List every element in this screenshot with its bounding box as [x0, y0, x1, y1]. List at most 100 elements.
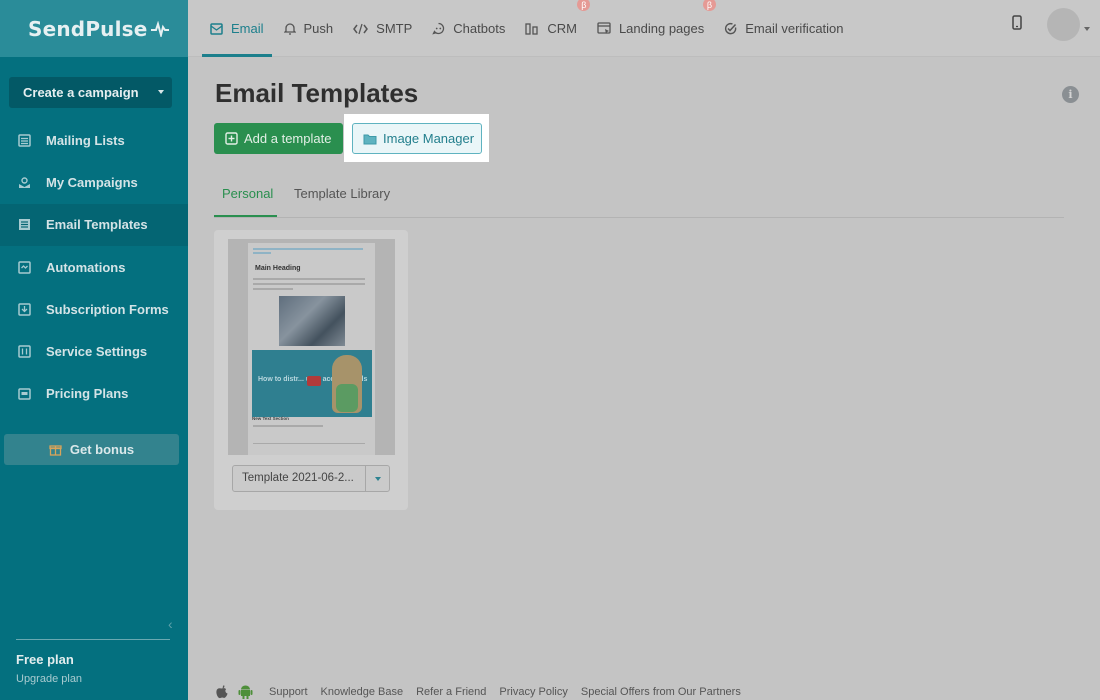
preview-text-line	[253, 283, 365, 285]
top-tab-label: CRM	[547, 21, 577, 36]
chevron-down-icon[interactable]	[375, 477, 381, 481]
check-circle-icon	[724, 22, 737, 35]
sidebar: SendPulse Create a campaign Mailing List…	[0, 0, 188, 700]
preview-heading: Main Heading	[255, 265, 301, 272]
add-template-label: Add a template	[244, 131, 332, 146]
beta-badge: β	[702, 0, 716, 11]
logo-text: SendPulse	[28, 16, 148, 41]
add-square-icon	[225, 132, 238, 145]
preview-text-line	[253, 252, 271, 254]
tab-personal[interactable]: Personal	[222, 186, 273, 201]
footer-link-special-offers[interactable]: Special Offers from Our Partners	[581, 686, 741, 698]
upgrade-plan-link[interactable]: Upgrade plan	[16, 673, 82, 685]
top-tab-label: Landing pages	[618, 21, 705, 36]
sidebar-item-my-campaigns[interactable]: My Campaigns	[0, 161, 188, 203]
footer-link-support[interactable]: Support	[269, 686, 308, 698]
settings-icon	[18, 345, 31, 358]
landing-icon	[597, 22, 611, 35]
folder-icon	[363, 133, 377, 145]
create-campaign-label: Create a campaign	[23, 85, 139, 100]
sidebar-item-label: Automations	[46, 259, 126, 275]
preview-section-heading: New Text Section	[252, 416, 289, 421]
footer-link-privacy-policy[interactable]: Privacy Policy	[499, 686, 567, 698]
footer-link-refer-friend[interactable]: Refer a Friend	[416, 686, 486, 698]
preview-text-line	[253, 288, 293, 290]
preview-text-line	[253, 248, 363, 250]
sidebar-item-automations[interactable]: Automations	[0, 246, 188, 288]
top-tab-push[interactable]: Push	[283, 0, 334, 57]
sidebar-item-label: Email Templates	[46, 217, 148, 233]
top-tab-email[interactable]: Email	[202, 0, 271, 57]
chevron-down-icon	[158, 90, 164, 94]
logo[interactable]: SendPulse	[0, 0, 188, 57]
page-title: Email Templates	[215, 78, 419, 108]
top-tab-label: Push	[303, 21, 334, 36]
template-tabs: Personal Template Library	[214, 178, 1064, 218]
get-bonus-button[interactable]: Get bonus	[4, 434, 179, 465]
top-nav-bar: Email Push SMTP Chatbots CRM β Landing p…	[188, 0, 1100, 57]
sidebar-item-label: Mailing Lists	[46, 132, 125, 148]
list-icon	[18, 133, 31, 147]
top-tab-label: SMTP	[376, 21, 413, 36]
preview-character-body	[336, 384, 358, 412]
create-campaign-button[interactable]: Create a campaign	[9, 77, 172, 108]
top-nav-tabs: Email Push SMTP Chatbots CRM β Landing p…	[202, 0, 864, 57]
tab-template-library[interactable]: Template Library	[294, 186, 390, 201]
add-template-button[interactable]: Add a template	[214, 123, 343, 154]
top-tab-landing-pages[interactable]: Landing pages β	[597, 0, 716, 57]
template-icon	[18, 218, 31, 231]
footer-link-knowledge-base[interactable]: Knowledge Base	[321, 686, 404, 698]
crm-icon	[525, 22, 539, 35]
pulse-icon	[150, 20, 169, 37]
pricing-icon	[18, 387, 31, 401]
top-tab-email-verification[interactable]: Email verification	[724, 0, 844, 57]
email-icon	[210, 22, 223, 35]
footer: Support Knowledge Base Refer a Friend Pr…	[215, 683, 754, 700]
info-icon[interactable]: i	[1062, 86, 1079, 103]
avatar[interactable]	[1047, 8, 1080, 41]
sidebar-item-mailing-lists[interactable]: Mailing Lists	[0, 119, 188, 161]
top-tab-label: Email	[231, 21, 264, 36]
sidebar-item-label: Subscription Forms	[46, 301, 169, 317]
template-select[interactable]: Template 2021-06-2...	[232, 465, 390, 492]
collapse-sidebar-icon[interactable]: ‹	[168, 616, 173, 632]
bell-icon	[283, 22, 296, 35]
top-tab-label: Chatbots	[453, 21, 506, 36]
template-thumbnail[interactable]: Main Heading How to distr... user access…	[228, 239, 395, 455]
code-icon	[353, 23, 369, 35]
top-tab-label: Email verification	[745, 21, 844, 36]
automation-icon	[18, 260, 31, 274]
sidebar-item-email-templates[interactable]: Email Templates	[0, 203, 188, 246]
gift-icon	[49, 445, 62, 456]
mobile-icon[interactable]	[1012, 15, 1022, 30]
preview-image	[279, 296, 345, 346]
preview-text-line	[253, 425, 323, 427]
play-icon	[307, 376, 321, 386]
form-icon	[18, 303, 31, 316]
sidebar-item-label: My Campaigns	[46, 174, 138, 190]
template-name: Template 2021-06-2...	[242, 472, 354, 484]
android-icon[interactable]	[238, 684, 253, 699]
image-manager-button[interactable]: Image Manager	[352, 123, 482, 154]
beta-badge: β	[577, 0, 591, 11]
select-divider	[365, 466, 366, 491]
sidebar-item-label: Pricing Plans	[46, 386, 129, 402]
top-tab-smtp[interactable]: SMTP	[353, 0, 412, 57]
chatbot-icon	[432, 22, 445, 35]
top-tab-chatbots[interactable]: Chatbots	[432, 0, 505, 57]
plan-name: Free plan	[16, 652, 74, 667]
preview-video: How to distr... user access levels	[252, 350, 372, 417]
sidebar-divider	[16, 639, 170, 640]
sidebar-item-pricing-plans[interactable]: Pricing Plans	[0, 373, 188, 415]
chevron-down-icon[interactable]	[1084, 27, 1090, 31]
image-manager-label: Image Manager	[383, 131, 475, 146]
apple-icon[interactable]	[215, 684, 228, 699]
get-bonus-label: Get bonus	[69, 442, 135, 457]
sidebar-item-label: Service Settings	[46, 344, 148, 360]
template-preview-page: Main Heading How to distr... user access…	[248, 243, 375, 455]
sidebar-item-service-settings[interactable]: Service Settings	[0, 330, 188, 372]
sidebar-item-subscription-forms[interactable]: Subscription Forms	[0, 288, 188, 330]
active-tab-indicator	[214, 215, 277, 217]
preview-text-line	[253, 278, 365, 280]
top-tab-crm[interactable]: CRM β	[525, 0, 591, 57]
